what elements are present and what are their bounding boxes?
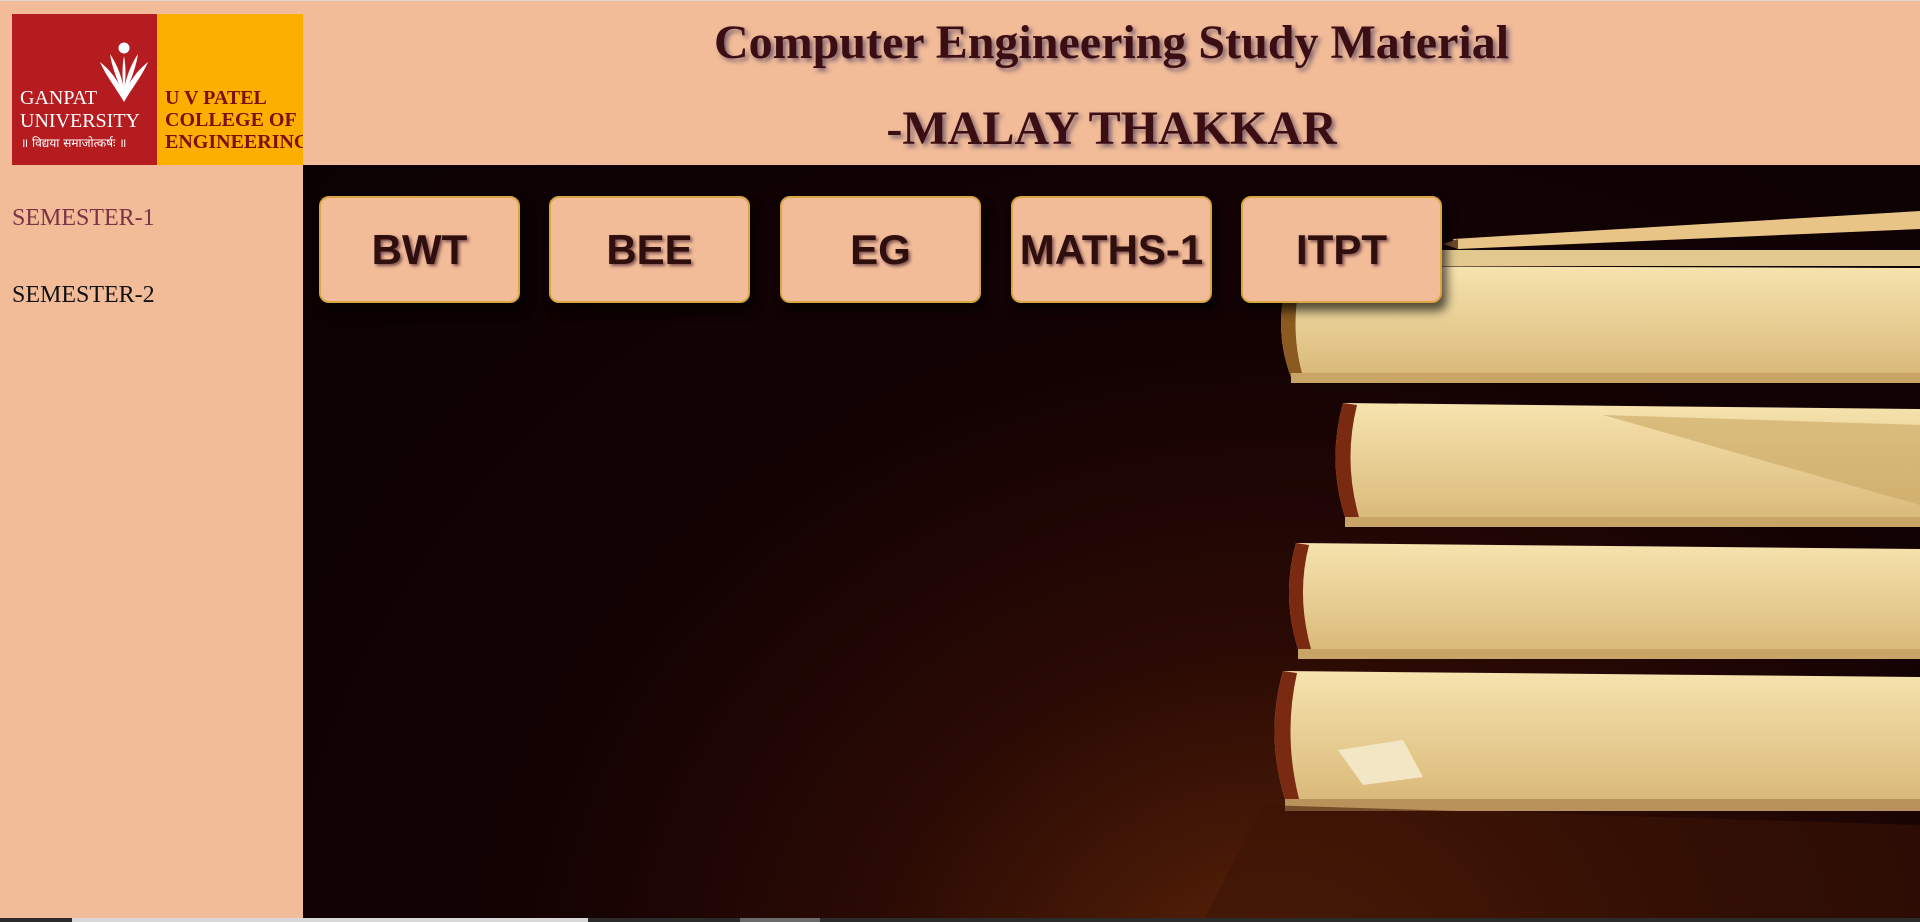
logo-college-name: U V PATEL COLLEGE OF ENGINEERING	[165, 87, 303, 153]
sidebar	[0, 165, 303, 922]
logo-university-name: GANPAT UNIVERSITY	[20, 87, 140, 132]
scrollbar-thumb[interactable]	[72, 918, 588, 922]
page-header: GANPAT UNIVERSITY ॥ विद्यया समाजोत्कर्षः…	[0, 0, 1920, 178]
logo-motto: ॥ विद्यया समाजोत्कर्षः ॥	[21, 136, 127, 150]
logo-red-panel: GANPAT UNIVERSITY ॥ विद्यया समाजोत्कर्षः…	[12, 14, 157, 178]
page-subtitle: -MALAY THAKKAR	[886, 102, 1337, 155]
sidebar-item-semester-1[interactable]: SEMESTER-1	[12, 204, 155, 232]
logo-yellow-panel: U V PATEL COLLEGE OF ENGINEERING	[157, 14, 303, 178]
scrollbar-marker	[740, 918, 820, 922]
university-logo: GANPAT UNIVERSITY ॥ विद्यया समाजोत्कर्षः…	[12, 14, 303, 178]
subject-button-itpt[interactable]: ITPT	[1241, 196, 1442, 303]
page-title: Computer Engineering Study Material	[713, 16, 1510, 69]
sidebar-item-semester-2[interactable]: SEMESTER-2	[12, 281, 155, 309]
subject-button-maths-1[interactable]: MATHS-1	[1011, 196, 1212, 303]
subject-button-bee[interactable]: BEE	[549, 196, 750, 303]
subject-button-eg[interactable]: EG	[780, 196, 981, 303]
subject-button-bwt[interactable]: BWT	[319, 196, 520, 303]
